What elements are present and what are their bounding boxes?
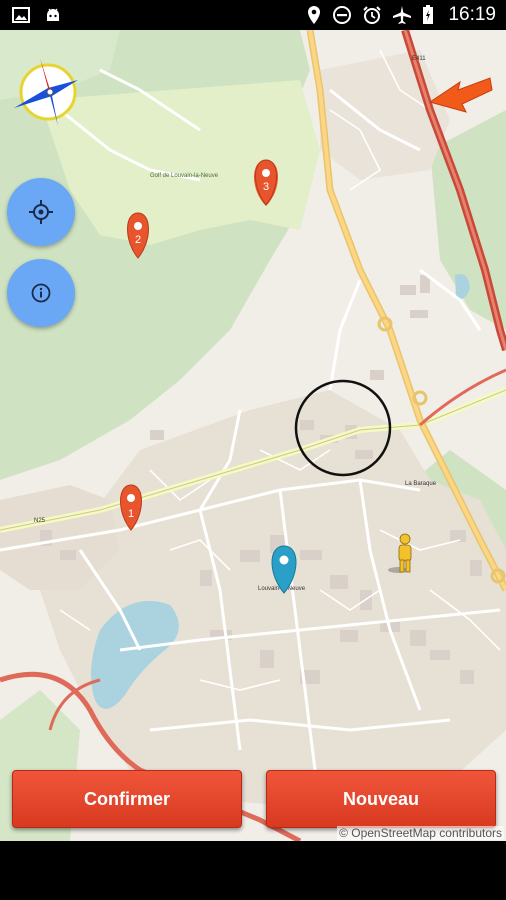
map-label-area: La Baraque [405,481,437,487]
map-canvas[interactable]: Golf de Louvain-la-Neuve Louvain-la-Neuv… [0,30,506,841]
map-label-motorway: E411 [412,56,426,62]
marker-1-label: 1 [128,508,134,520]
status-bar: 16:19 [0,0,506,30]
location-icon [308,6,321,24]
info-button[interactable] [7,259,75,327]
android-icon [47,8,59,21]
navigation-bar [0,841,506,900]
image-icon [12,7,30,23]
do-not-disturb-icon [333,6,352,24]
map-attribution: © OpenStreetMap contributors [337,826,504,840]
map-label-golf: Golf de Louvain-la-Neuve [150,173,219,179]
locate-button[interactable] [7,178,75,246]
new-button[interactable]: Nouveau [266,770,496,828]
confirm-button[interactable]: Confirmer [12,770,242,828]
crosshair-icon [29,200,53,224]
info-icon [31,283,51,303]
marker-2-label: 2 [135,234,141,246]
airplane-icon [393,6,412,24]
marker-3-label: 3 [263,181,269,193]
map-label-road: N25 [34,518,46,524]
status-time: 16:19 [448,4,496,25]
battery-icon [423,5,434,24]
map-view[interactable]: Golf de Louvain-la-Neuve Louvain-la-Neuv… [0,30,506,841]
alarm-icon [363,6,382,24]
